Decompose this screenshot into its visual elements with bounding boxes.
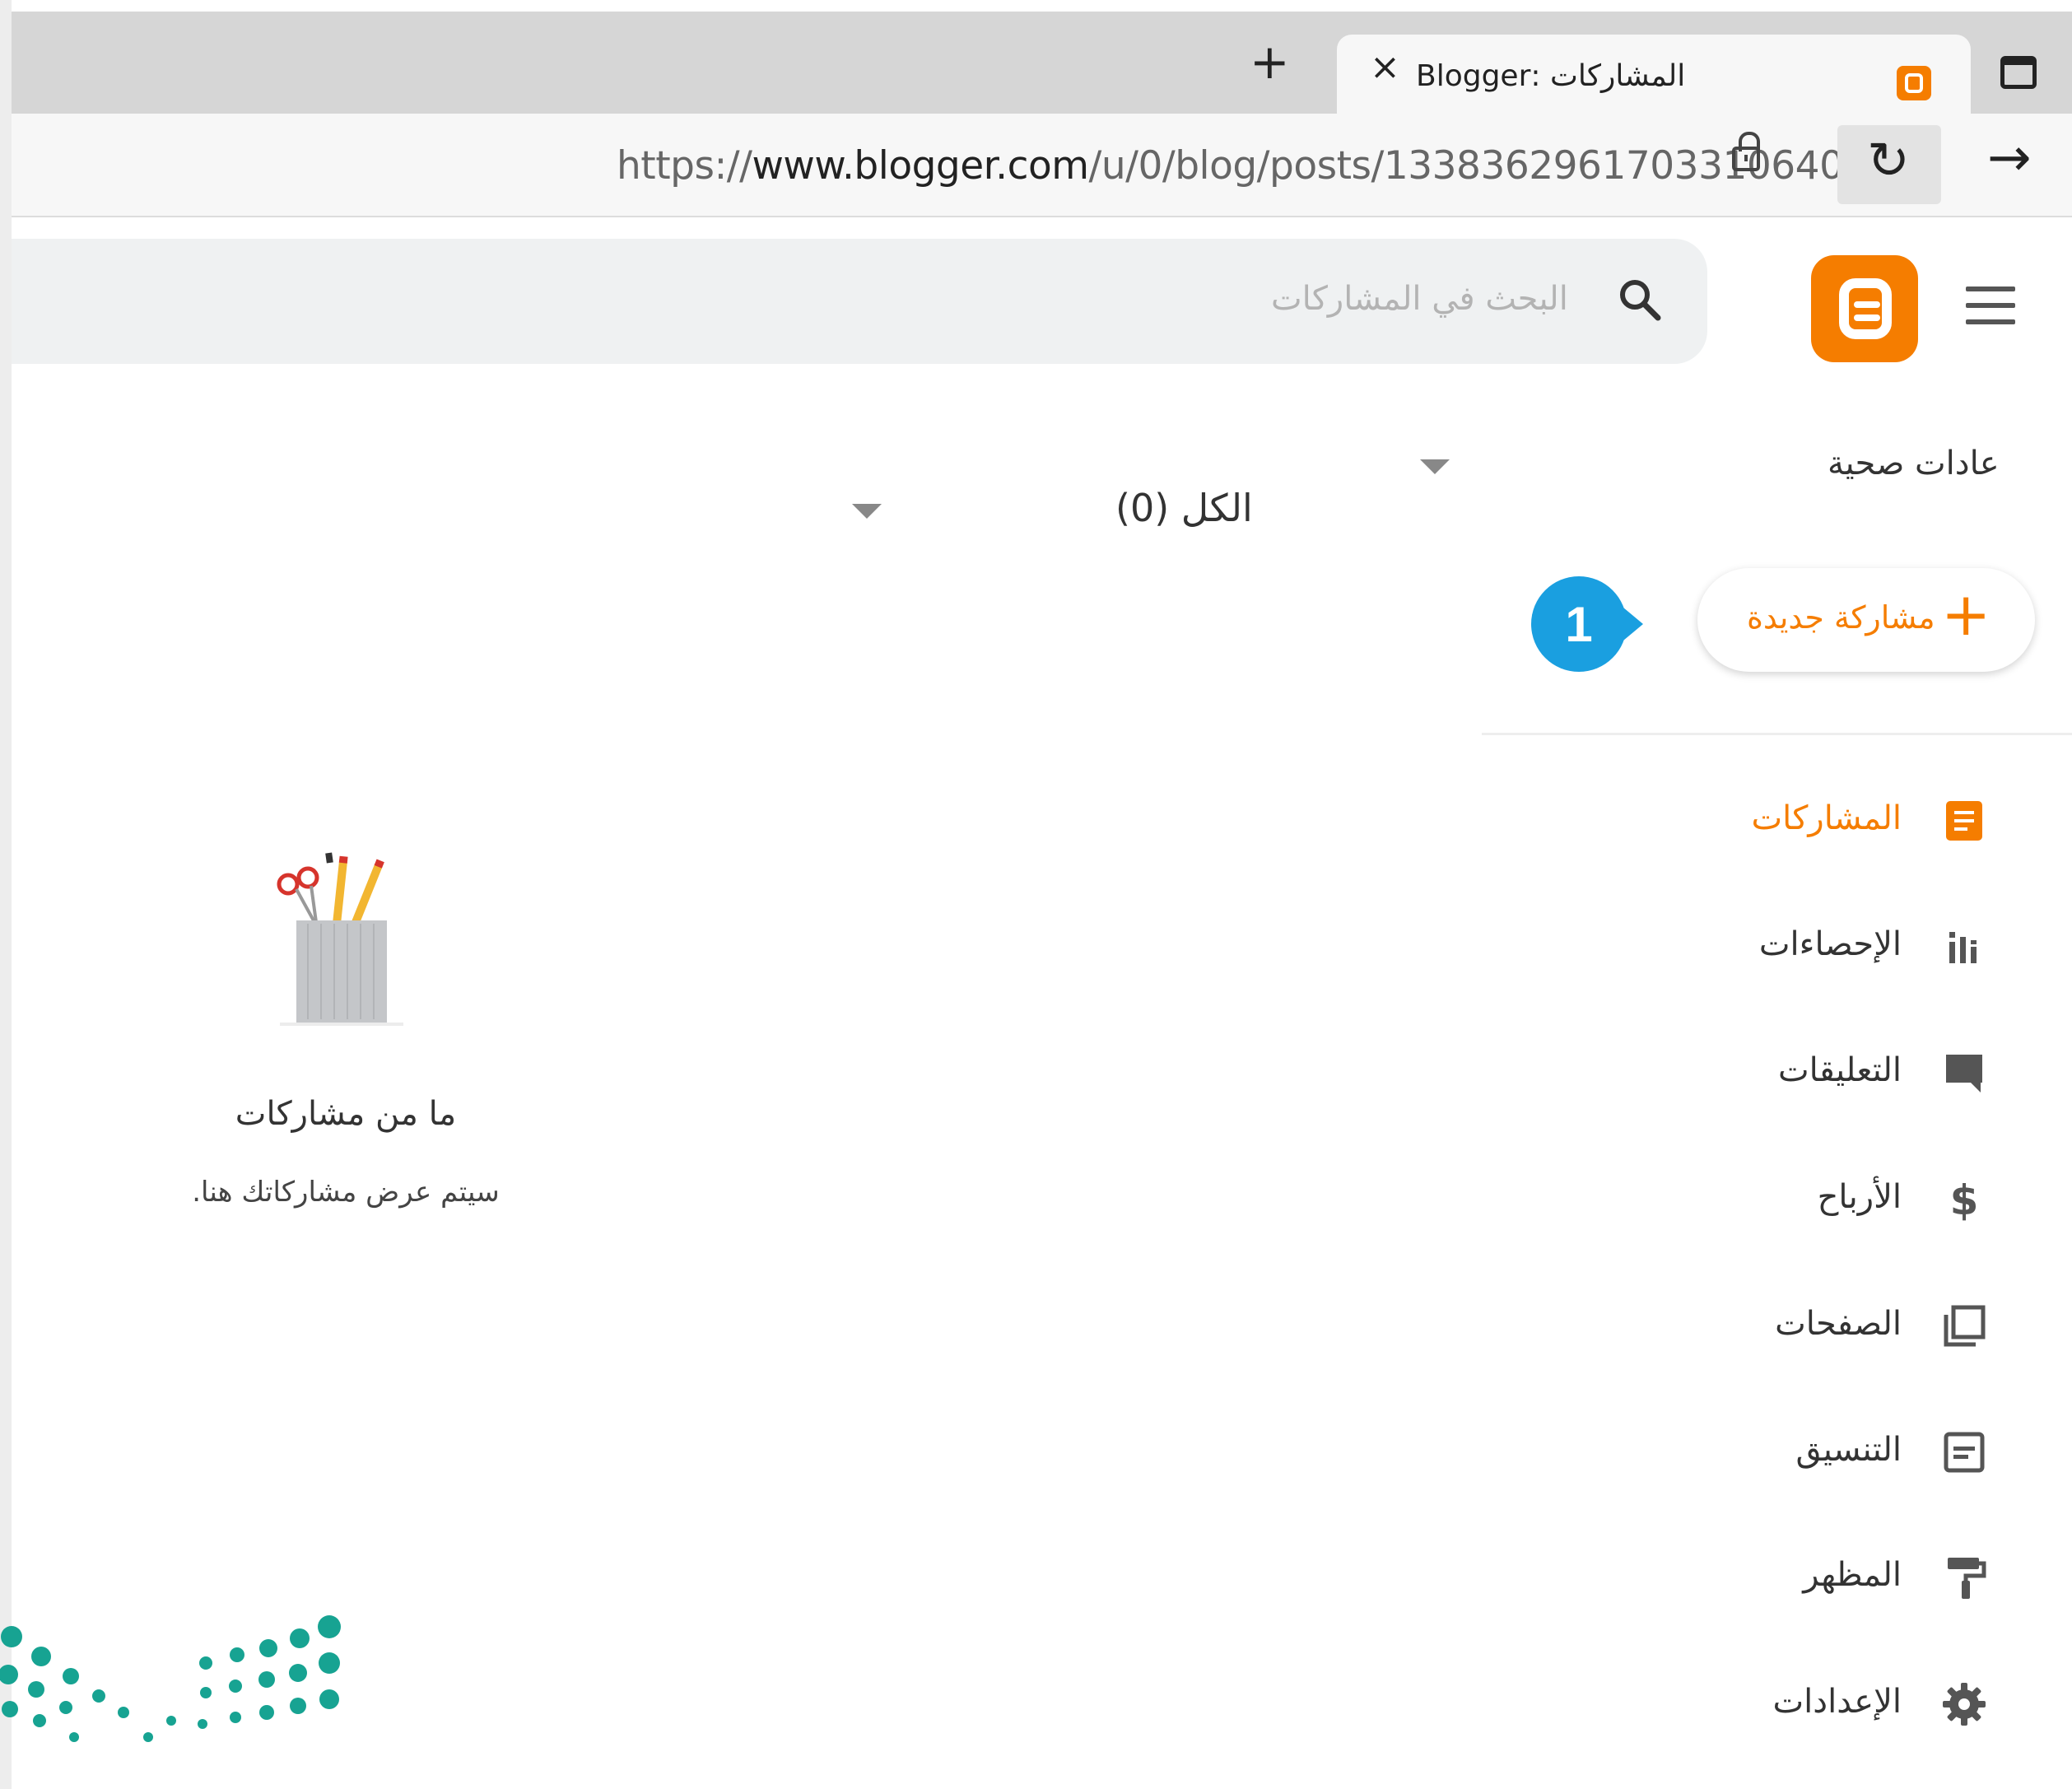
search-posts-box[interactable]: البحث في المشاركات [12, 239, 1707, 364]
blogger-favicon-icon [1897, 66, 1931, 100]
window-restore-icon[interactable] [2000, 56, 2037, 89]
sidebar-item-label: الإحصاءات [1758, 925, 1902, 963]
sidebar-item-label: التنسيق [1795, 1431, 1902, 1469]
callout-number: 1 [1565, 597, 1593, 652]
plus-icon: + [1941, 580, 1991, 649]
gear-icon [1943, 1683, 1986, 1726]
pencil-cup-icon [277, 852, 403, 1026]
address-bar: https://www.blogger.com/u/0/blog/posts/1… [12, 114, 2072, 217]
blogger-logo-icon[interactable] [1811, 255, 1918, 362]
sidebar-item-stats[interactable]: الإحصاءات [1564, 906, 2025, 988]
sidebar-item-label: المشاركات [1751, 799, 1902, 837]
sidebar-item-label: الأرباح [1817, 1178, 1902, 1216]
url-field[interactable]: https://www.blogger.com/u/0/blog/posts/1… [617, 143, 1844, 189]
search-placeholder: البحث في المشاركات [1271, 280, 1568, 318]
sidebar-item-label: الصفحات [1775, 1305, 1902, 1343]
paint-roller-icon [1948, 1558, 1986, 1599]
reload-icon: ↻ [1867, 130, 1910, 190]
stats-icon [1949, 932, 1977, 963]
layout-icon [1944, 1432, 1985, 1473]
new-post-button[interactable]: + مشاركة جديدة [1697, 568, 2035, 672]
sidebar-item-label: التعليقات [1777, 1051, 1902, 1089]
sidebar-item-label: الإعدادات [1772, 1683, 1902, 1721]
sidebar-divider [1482, 733, 2072, 735]
sidebar-item-earnings[interactable]: الأرباح $ [1564, 1158, 2025, 1241]
new-tab-icon[interactable]: + [1250, 38, 1290, 86]
filter-dropdown-icon[interactable] [852, 504, 882, 519]
tab-title: المشاركات :Blogger [1416, 59, 1686, 93]
url-path: /u/0/blog/posts/1338362961703310640 [1088, 143, 1845, 189]
browser-tab-bar: × المشاركات :Blogger [12, 12, 2072, 127]
new-post-label: مشاركة جديدة [1747, 599, 1935, 636]
reload-button[interactable]: ↻ [1837, 125, 1941, 204]
url-prefix: https:// [617, 143, 752, 189]
forward-arrow-icon[interactable]: → [1987, 132, 2032, 184]
menu-icon[interactable] [1966, 287, 2015, 324]
sidebar-item-pages[interactable]: الصفحات [1564, 1285, 2025, 1367]
empty-state-subtitle: سيتم عرض مشاركاتك هنا. [192, 1176, 500, 1209]
sidebar-item-theme[interactable]: المظهر [1564, 1536, 2025, 1619]
blog-name[interactable]: عادات صحية [1828, 445, 2000, 482]
ministry-logo-dots [0, 1615, 341, 1742]
empty-state-title: ما من مشاركات [235, 1095, 457, 1133]
posts-icon [1946, 801, 1982, 841]
sidebar-item-posts[interactable]: المشاركات [1564, 780, 2025, 862]
lock-icon[interactable] [1732, 132, 1760, 171]
search-icon[interactable] [1617, 277, 1663, 323]
earnings-icon: $ [1950, 1176, 1979, 1224]
url-host: www.blogger.com [752, 143, 1089, 189]
posts-filter-label[interactable]: الكل (0) [1115, 486, 1253, 530]
step-callout-badge: 1 [1531, 576, 1643, 672]
blog-selector-caret-icon[interactable] [1420, 459, 1450, 474]
comments-icon [1946, 1055, 1982, 1093]
sidebar-item-label: المظهر [1803, 1556, 1902, 1594]
sidebar-item-settings[interactable]: الإعدادات [1564, 1663, 2025, 1745]
sidebar-item-layout[interactable]: التنسيق [1564, 1411, 2025, 1493]
pages-icon [1944, 1305, 1986, 1347]
window-edge [0, 0, 12, 1789]
svg-text:$: $ [1950, 1176, 1979, 1224]
sidebar-item-comments[interactable]: التعليقات [1564, 1032, 2025, 1114]
close-tab-icon[interactable]: × [1370, 49, 1400, 86]
